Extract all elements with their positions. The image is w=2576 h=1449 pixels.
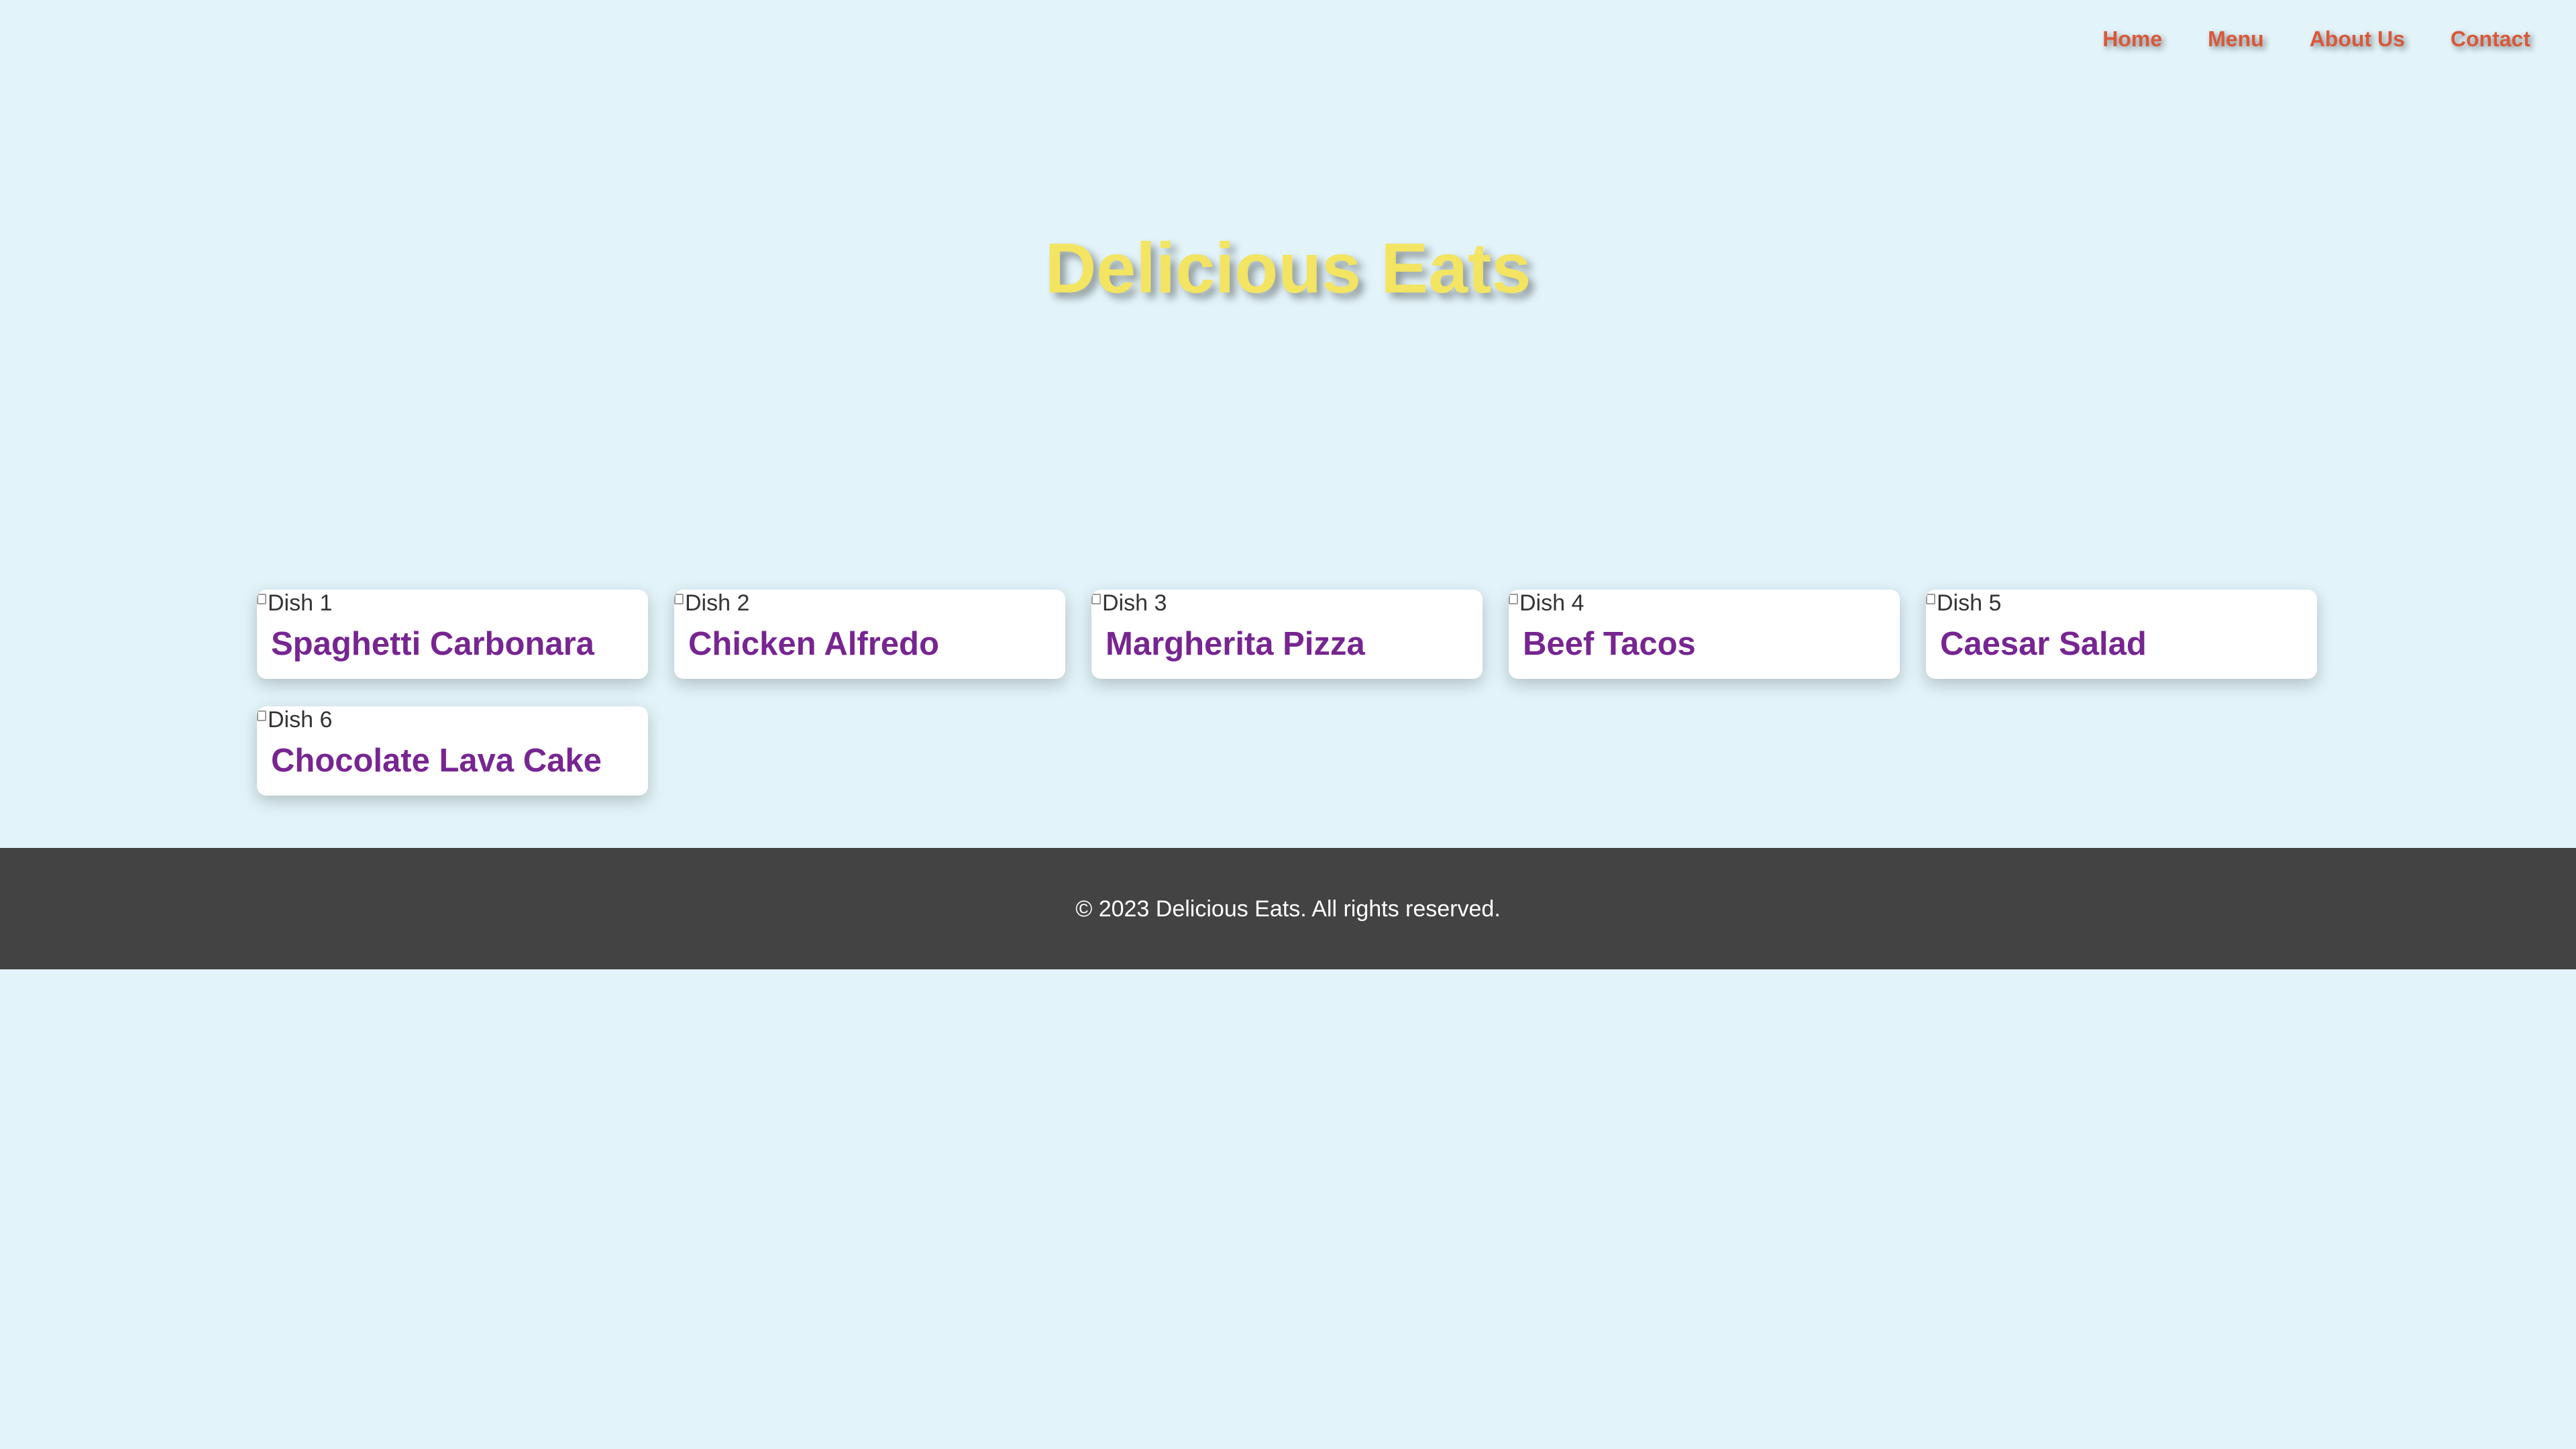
dish-card[interactable]: Dish 4 Beef Tacos xyxy=(1509,590,1900,679)
dish-name: Margherita Pizza xyxy=(1106,626,1365,662)
broken-image-icon xyxy=(1091,594,1101,604)
dish-grid: Dish 1 Spaghetti Carbonara Dish 2 Chicke… xyxy=(257,590,2319,796)
nav-link-menu[interactable]: Menu xyxy=(2208,25,2264,52)
dish-image-alt: Dish 5 xyxy=(1937,590,2002,616)
hero-title: Delicious Eats xyxy=(1044,229,1532,308)
dish-image-alt: Dish 3 xyxy=(1102,590,1167,616)
dish-image-alt: Dish 2 xyxy=(685,590,750,616)
nav-link-about-us[interactable]: About Us xyxy=(2310,25,2405,52)
dish-card[interactable]: Dish 2 Chicken Alfredo xyxy=(674,590,1065,679)
broken-image-icon xyxy=(674,594,684,604)
nav-link-contact[interactable]: Contact xyxy=(2451,25,2530,52)
dish-image-alt: Dish 4 xyxy=(1519,590,1585,616)
dish-name: Chicken Alfredo xyxy=(688,626,939,662)
dish-image: Dish 6 xyxy=(257,706,648,733)
dish-image: Dish 1 xyxy=(257,590,648,616)
dish-card[interactable]: Dish 6 Chocolate Lava Cake xyxy=(257,706,648,796)
dish-image: Dish 5 xyxy=(1926,590,2317,616)
dish-name: Caesar Salad xyxy=(1940,626,2147,662)
dish-image: Dish 2 xyxy=(674,590,1065,616)
top-nav: Home Menu About Us Contact xyxy=(2057,25,2530,52)
dish-card[interactable]: Dish 5 Caesar Salad xyxy=(1926,590,2317,679)
broken-image-icon xyxy=(1509,594,1518,604)
broken-image-icon xyxy=(257,710,266,721)
broken-image-icon xyxy=(1926,594,1935,604)
dish-image-alt: Dish 1 xyxy=(268,590,333,616)
dish-name: Beef Tacos xyxy=(1523,626,1696,662)
broken-image-icon xyxy=(257,594,266,604)
site-footer: © 2023 Delicious Eats. All rights reserv… xyxy=(0,848,2576,969)
nav-link-home[interactable]: Home xyxy=(2102,25,2162,52)
dish-name: Chocolate Lava Cake xyxy=(271,743,602,779)
dish-card[interactable]: Dish 3 Margherita Pizza xyxy=(1091,590,1483,679)
footer-copyright: © 2023 Delicious Eats. All rights reserv… xyxy=(1075,896,1501,922)
dish-card[interactable]: Dish 1 Spaghetti Carbonara xyxy=(257,590,648,679)
dish-image: Dish 3 xyxy=(1091,590,1483,616)
dish-name: Spaghetti Carbonara xyxy=(271,626,594,662)
dish-image: Dish 4 xyxy=(1509,590,1900,616)
dish-image-alt: Dish 6 xyxy=(268,707,333,733)
